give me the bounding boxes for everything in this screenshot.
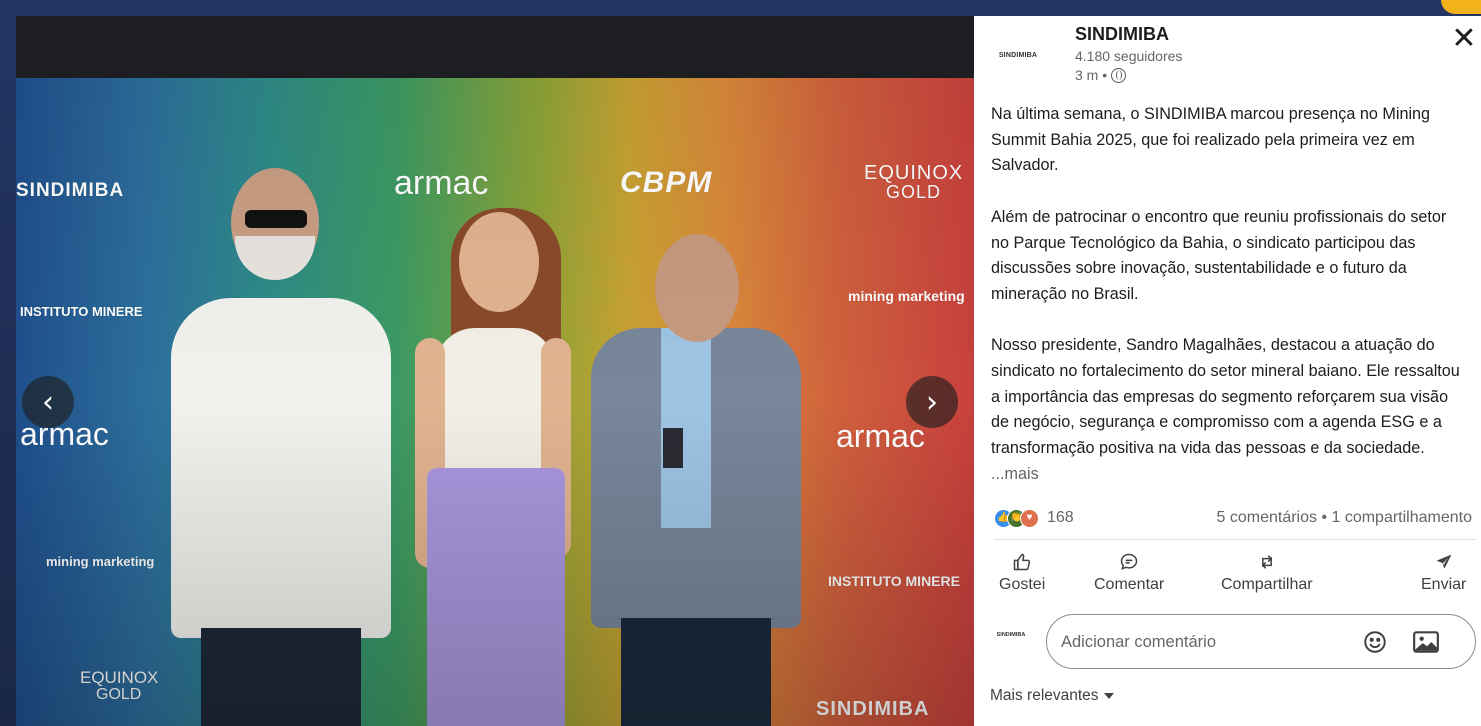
comments-shares-count[interactable]: 5 comentários • 1 compartilhamento [1217,509,1473,527]
previous-image-button[interactable]: ‹ [22,376,74,428]
close-icon: ✕ [1451,21,1477,56]
post-timestamp: 3 m • [1075,67,1127,83]
action-bar: Gostei Comentar Compartilhar Enviar [994,552,1481,602]
next-image-button[interactable]: › [906,376,958,428]
caret-down-icon [1103,693,1114,699]
backdrop-logo-gold-bottom: GOLD [96,686,142,703]
post-paragraph: Na última semana, o SINDIMIBA marcou pre… [991,105,1431,175]
social-counts: 👍 👏 ♥ 168 5 comentários • 1 compartilham… [994,508,1476,530]
like-button[interactable]: Gostei [999,552,1045,594]
post-details-panel: SINDIMIBA SINDIMIBA 4.180 seguidores 3 m… [974,16,1481,726]
backdrop-logo-sindimiba: SINDIMIBA [16,180,125,201]
corner-accent [1441,0,1481,14]
send-icon [1436,554,1452,569]
author-name[interactable]: SINDIMIBA [1075,24,1169,45]
media-topbar [16,16,974,78]
send-button[interactable]: Enviar [1421,552,1466,594]
person-right [591,228,811,726]
chevron-right-icon: › [926,384,938,420]
post-body: Na última semana, o SINDIMIBA marcou pre… [991,102,1466,488]
post-paragraph: Além de patrocinar o encontro que reuniu… [991,207,1447,303]
chevron-left-icon: ‹ [42,384,54,420]
backdrop-logo-sindimiba-bottom: SINDIMIBA [816,698,930,720]
post-paragraph: Nosso presidente, Sandro Magalhães, dest… [991,333,1466,487]
sort-label: Mais relevantes [990,687,1099,704]
backdrop-logo-gold: GOLD [886,182,942,202]
backdrop-logo-instituto-right: INSTITUTO MINERE [828,573,960,589]
backdrop-logo-armac: armac [394,164,489,202]
see-more-link[interactable]: ...mais [991,465,1039,483]
post-paragraph-text: Nosso presidente, Sandro Magalhães, dest… [991,336,1460,458]
close-button[interactable]: ✕ [1450,24,1478,54]
image-icon[interactable] [1412,630,1440,654]
thumbs-up-icon [1013,553,1031,571]
commenter-avatar: SINDIMIBA [996,632,1026,638]
person-middle [391,188,591,726]
comment-icon [1120,553,1138,570]
emoji-icon[interactable] [1362,629,1388,655]
comment-label: Comentar [1094,576,1165,593]
backdrop-logo-mining: mining marketing [848,288,965,304]
comment-button[interactable]: Comentar [1094,552,1164,594]
post-photo: SINDIMIBA armac CBPM EQUINOX GOLD INSTIT… [16,78,974,726]
share-label: Compartilhar [1221,576,1313,593]
like-label: Gostei [999,576,1046,593]
love-reaction-icon: ♥ [1020,509,1039,528]
post-time-text: 3 m • [1075,67,1108,83]
backdrop-logo-mining-left: mining marketing [46,554,155,569]
comment-input[interactable] [1061,629,1341,655]
globe-icon [1111,67,1127,83]
comment-composer: SINDIMIBA [994,614,1476,669]
share-button[interactable]: Compartilhar [1221,552,1313,594]
post-viewer-modal: SINDIMIBA armac CBPM EQUINOX GOLD INSTIT… [16,16,1481,726]
reaction-icons[interactable]: 👍 👏 ♥ [994,509,1042,529]
divider [994,539,1476,540]
comment-box[interactable] [1046,614,1476,669]
author-avatar[interactable]: SINDIMIBA [994,42,1042,68]
backdrop-logo-cbpm: CBPM [620,166,713,199]
backdrop-logo-armac-right: armac [836,418,925,454]
backdrop-logo-equinox: EQUINOX [864,162,964,184]
person-left [161,168,391,726]
author-followers: 4.180 seguidores [1075,48,1183,64]
send-label: Enviar [1421,576,1467,593]
backdrop-logo-instituto: INSTITUTO MINERE [20,304,143,319]
comment-sort-dropdown[interactable]: Mais relevantes [990,687,1114,705]
media-viewer: SINDIMIBA armac CBPM EQUINOX GOLD INSTIT… [16,16,974,726]
backdrop-logo-equinox-bottom: EQUINOX [80,668,159,687]
reaction-count[interactable]: 168 [1047,509,1074,527]
repost-icon [1261,555,1273,569]
